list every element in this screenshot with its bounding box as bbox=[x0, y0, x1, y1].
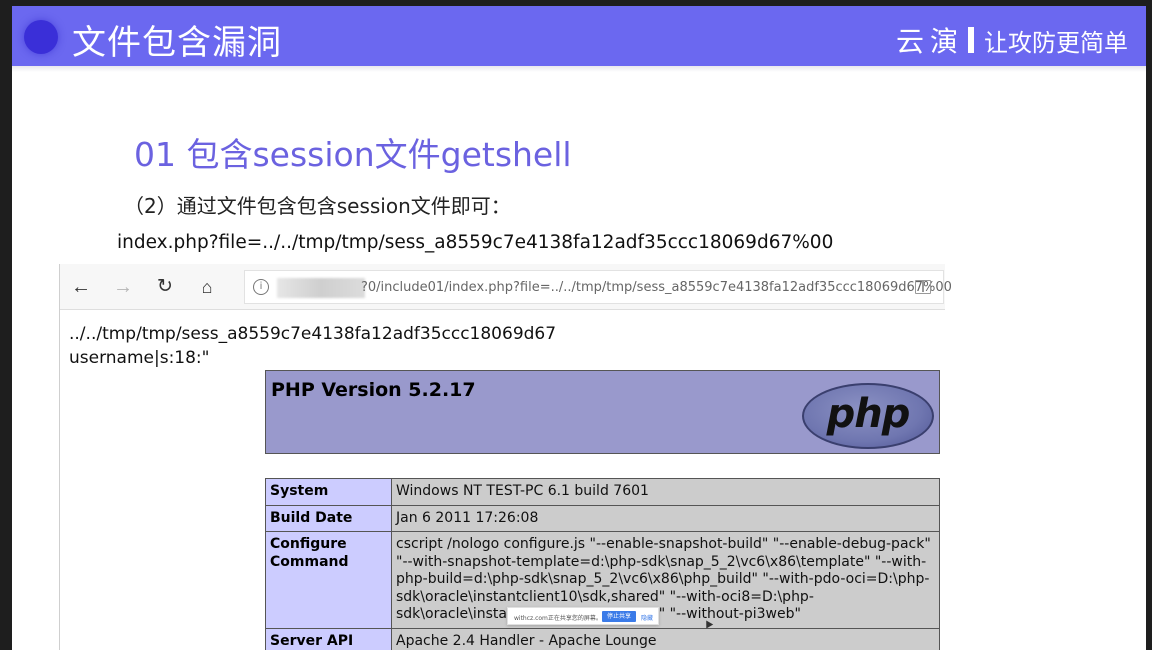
brand-name: 云演 bbox=[895, 25, 964, 58]
php-version: PHP Version 5.2.17 bbox=[271, 379, 476, 401]
forward-arrow-icon[interactable]: → bbox=[110, 274, 136, 300]
phpinfo-header: PHP Version 5.2.17 php bbox=[265, 370, 940, 454]
session-path-line: ../../tmp/tmp/sess_a8559c7e4138fa12adf35… bbox=[69, 324, 557, 344]
table-value: cscript /nologo configure.js "--enable-s… bbox=[391, 531, 940, 629]
slide-title: 文件包含漏洞 bbox=[72, 23, 282, 63]
redacted-host bbox=[277, 278, 365, 298]
table-key: Build Date bbox=[265, 504, 392, 532]
title-banner: 文件包含漏洞 云演 让攻防更简单 bbox=[12, 6, 1146, 66]
back-arrow-icon[interactable]: ← bbox=[68, 274, 94, 300]
share-status-text: withcz.com正在共享您的屏幕。 bbox=[514, 615, 602, 622]
refresh-icon[interactable]: ↻ bbox=[152, 274, 178, 300]
table-value: Windows NT TEST-PC 6.1 build 7601 bbox=[391, 478, 940, 506]
table-key: Configure Command bbox=[265, 531, 392, 629]
table-value: Jan 6 2011 17:26:08 bbox=[391, 504, 940, 532]
section-title: 01 包含session文件getshell bbox=[134, 135, 572, 174]
address-value[interactable]: ?0/include01/index.php?file=../../tmp/tm… bbox=[361, 280, 952, 295]
home-icon[interactable]: ⌂ bbox=[194, 274, 220, 300]
info-icon[interactable]: i bbox=[253, 279, 269, 295]
brand: 云演 让攻防更简单 bbox=[896, 20, 1128, 60]
stop-sharing-button[interactable]: 停止共享 bbox=[602, 611, 636, 622]
table-key: System bbox=[265, 478, 392, 506]
brand-slogan: 让攻防更简单 bbox=[984, 28, 1128, 57]
table-row: Server API Apache 2.4 Handler - Apache L… bbox=[265, 627, 940, 650]
payload-url-text: index.php?file=../../tmp/tmp/sess_a8559c… bbox=[117, 232, 834, 253]
session-data-line: username|s:18:" bbox=[69, 348, 210, 368]
slide: 文件包含漏洞 云演 让攻防更简单 01 包含session文件getshell … bbox=[12, 6, 1146, 650]
reading-view-icon[interactable] bbox=[915, 280, 931, 294]
screen-share-bar: withcz.com正在共享您的屏幕。 停止共享 隐藏 bbox=[507, 607, 659, 625]
page-output: ../../tmp/tmp/sess_a8559c7e4138fa12adf35… bbox=[69, 322, 556, 370]
table-key: Server API bbox=[265, 627, 392, 650]
browser-toolbar: ← → ↻ ⌂ i ?0/include01/index.php?file=..… bbox=[60, 264, 952, 310]
address-bar[interactable]: i ?0/include01/index.php?file=../../tmp/… bbox=[244, 270, 952, 304]
table-value: Apache 2.4 Handler - Apache Lounge bbox=[391, 627, 940, 650]
step-text: （2）通过文件包含包含session文件即可： bbox=[124, 194, 511, 218]
hide-button[interactable]: 隐藏 bbox=[641, 613, 653, 622]
banner-shadow bbox=[12, 66, 1146, 72]
table-row: System Windows NT TEST-PC 6.1 build 7601 bbox=[265, 478, 940, 506]
php-logo-icon: php bbox=[802, 383, 934, 449]
banner-dot-icon bbox=[24, 20, 58, 54]
php-logo-text: php bbox=[826, 391, 911, 437]
brand-separator bbox=[968, 27, 974, 53]
browser-window: ← → ↻ ⌂ i ?0/include01/index.php?file=..… bbox=[59, 264, 952, 650]
table-row: Build Date Jan 6 2011 17:26:08 bbox=[265, 504, 940, 532]
